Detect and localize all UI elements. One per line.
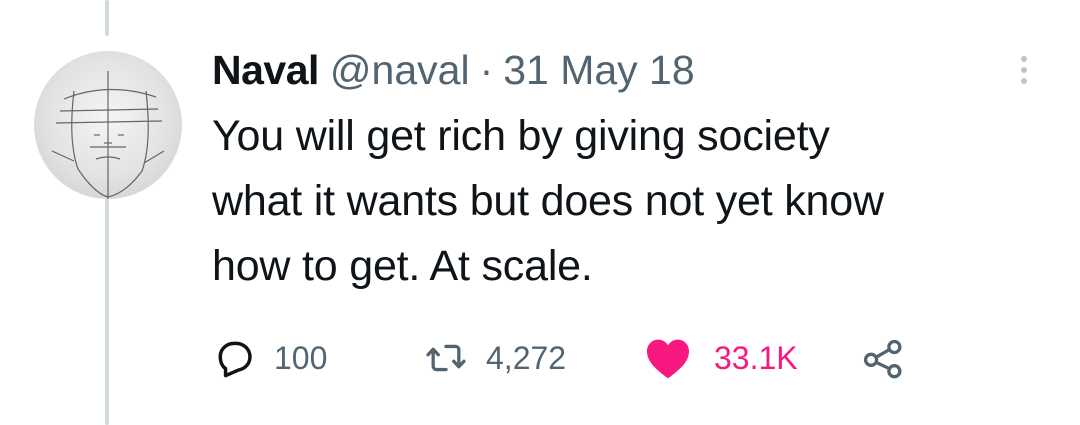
reply-icon [218, 341, 252, 378]
tweet-text: You will get rich by giving society what… [212, 112, 884, 290]
reply-button[interactable]: 100 [212, 334, 327, 382]
share-button[interactable] [860, 334, 906, 382]
retweet-count: 4,272 [486, 339, 567, 376]
tweet-header: Naval @naval · 31 May 18 [212, 42, 695, 98]
avatar[interactable] [34, 51, 182, 199]
reply-count: 100 [274, 339, 328, 376]
like-button[interactable]: 33.1K [644, 334, 798, 382]
separator-dot: · [479, 47, 494, 93]
tweet-date[interactable]: 31 May 18 [503, 42, 694, 98]
share-icon [863, 339, 902, 379]
thread-line-bottom [105, 196, 109, 425]
author-name[interactable]: Naval [212, 42, 319, 98]
author-handle[interactable]: @naval [330, 42, 470, 98]
avatar-sketch [51, 71, 165, 199]
heart-icon [647, 339, 689, 379]
more-options-button[interactable] [1006, 48, 1042, 92]
like-count: 33.1K [714, 339, 798, 376]
more-dots-icon [1021, 56, 1027, 62]
thread-line-top [105, 0, 109, 36]
retweet-icon [426, 344, 466, 372]
retweet-button[interactable]: 4,272 [424, 334, 566, 382]
